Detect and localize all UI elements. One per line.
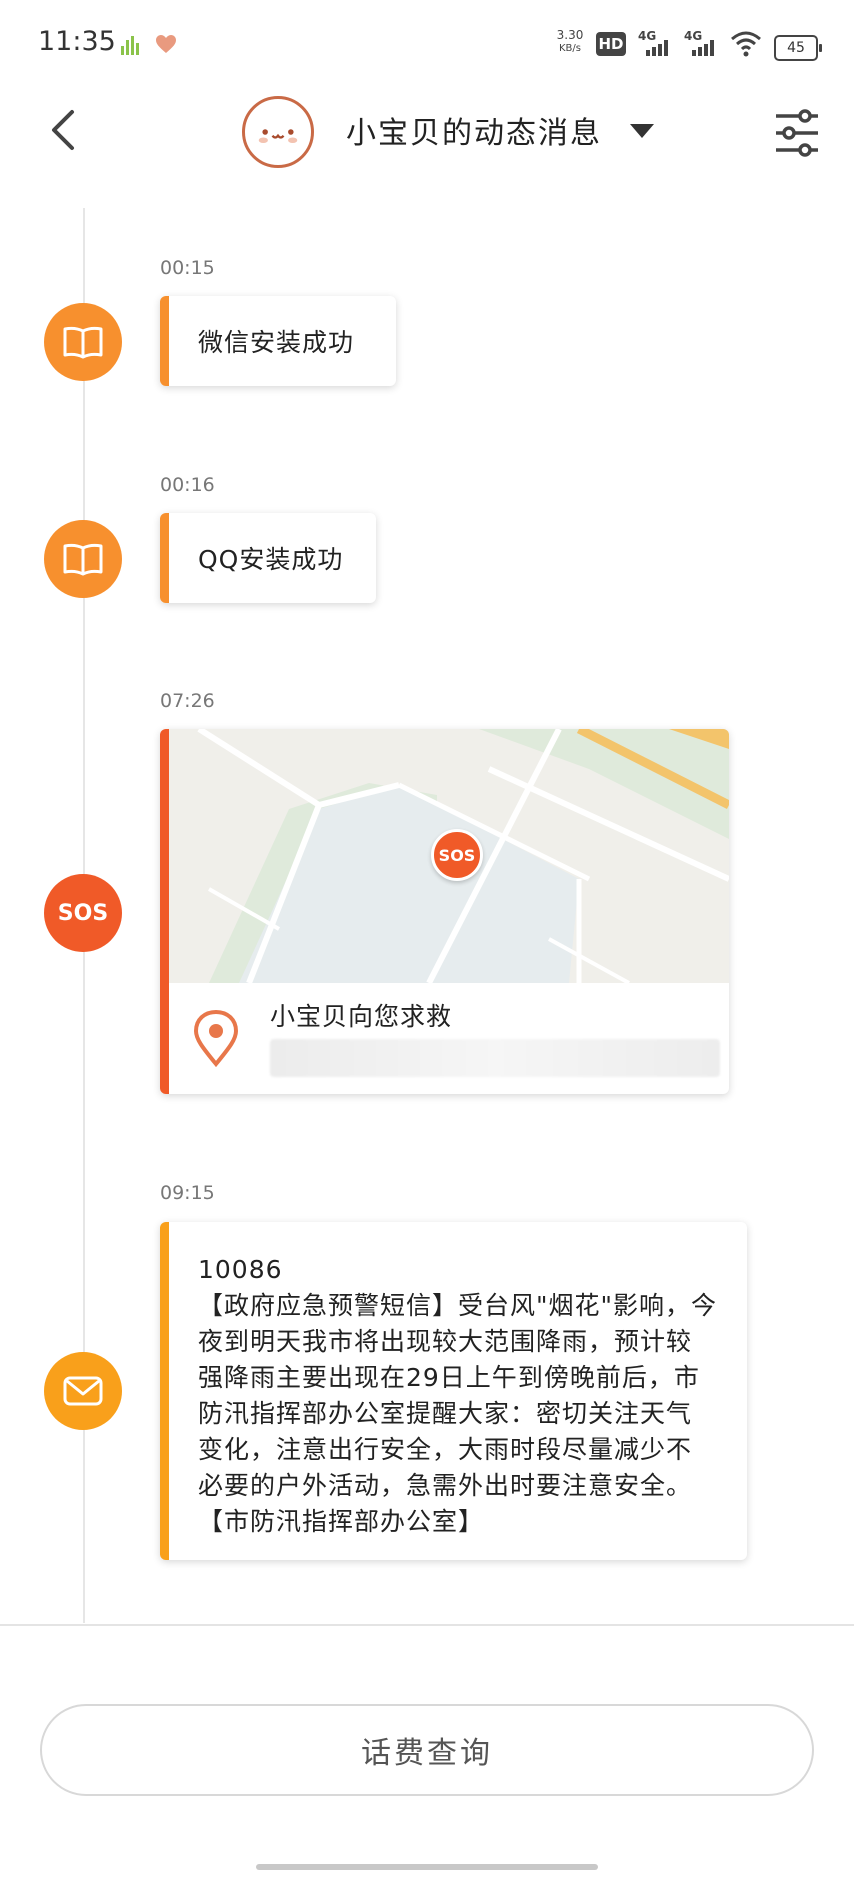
sms-card[interactable]: 10086 【政府应急预警短信】受台风"烟花"影响，今夜到明天我市将出现较大范围… bbox=[160, 1222, 747, 1560]
page-title[interactable]: 小宝贝的动态消息 bbox=[346, 108, 602, 152]
sms-sender: 10086 bbox=[198, 1255, 283, 1284]
map-sos-marker[interactable]: SOS bbox=[431, 829, 483, 881]
filter-sliders-icon[interactable] bbox=[772, 108, 822, 158]
event-card[interactable]: QQ安装成功 bbox=[160, 513, 376, 603]
bill-query-button[interactable]: 话费查询 bbox=[40, 1704, 814, 1796]
event-time: 09:15 bbox=[160, 1182, 215, 1204]
hd-badge: HD bbox=[596, 32, 626, 56]
wifi-icon bbox=[731, 31, 761, 57]
event-text: QQ安装成功 bbox=[198, 545, 344, 574]
sos-icon: SOS bbox=[44, 874, 122, 952]
event-time: 00:16 bbox=[160, 474, 215, 496]
sms-body: 【政府应急预警短信】受台风"烟花"影响，今夜到明天我市将出现较大范围降雨，预计较… bbox=[198, 1291, 717, 1536]
battery-icon: 45 bbox=[774, 35, 822, 61]
back-arrow-icon[interactable] bbox=[40, 98, 90, 162]
event-time: 00:15 bbox=[160, 257, 215, 279]
activity-chart-icon bbox=[121, 36, 139, 55]
sos-card[interactable]: SOS 小宝贝向您求救 bbox=[160, 729, 729, 1094]
heart-icon bbox=[156, 35, 176, 53]
network-speed: 3.30 KB/s bbox=[556, 28, 584, 54]
signal-4g-icon: 4G bbox=[638, 29, 668, 56]
blurred-address bbox=[270, 1039, 720, 1077]
mail-icon bbox=[44, 1352, 122, 1430]
event-text: 微信安装成功 bbox=[198, 328, 355, 357]
avatar-face-icon[interactable] bbox=[242, 96, 314, 168]
sos-message: 小宝贝向您求救 bbox=[270, 1002, 453, 1031]
sms-content: 10086 【政府应急预警短信】受台风"烟花"影响，今夜到明天我市将出现较大范围… bbox=[198, 1252, 717, 1540]
sos-map[interactable]: SOS bbox=[169, 729, 729, 983]
book-icon bbox=[44, 303, 122, 381]
status-time: 11:35 bbox=[38, 26, 116, 57]
event-card[interactable]: 微信安装成功 bbox=[160, 296, 396, 386]
event-time: 07:26 bbox=[160, 690, 215, 712]
location-pin-icon bbox=[193, 1009, 239, 1067]
home-indicator[interactable] bbox=[256, 1864, 598, 1870]
chevron-down-icon[interactable] bbox=[630, 124, 654, 138]
svg-text:4G: 4G bbox=[684, 29, 702, 43]
svg-text:4G: 4G bbox=[638, 29, 656, 43]
book-icon bbox=[44, 520, 122, 598]
divider bbox=[0, 1624, 854, 1626]
signal-4g-icon: 4G bbox=[684, 29, 714, 56]
